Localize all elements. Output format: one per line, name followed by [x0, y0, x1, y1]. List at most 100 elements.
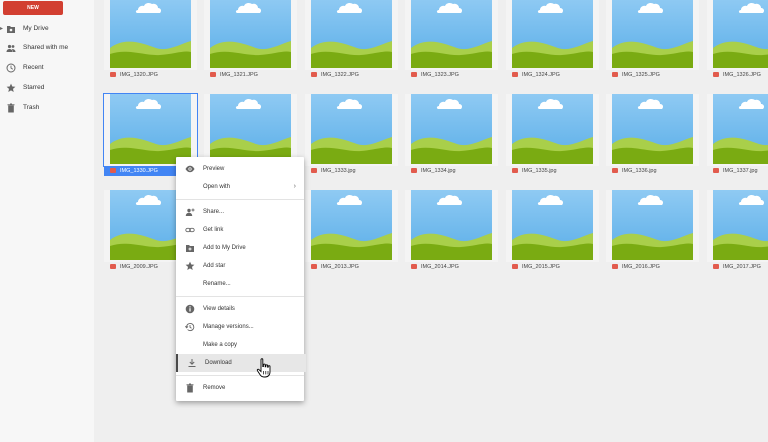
clock-icon — [6, 63, 16, 73]
menu-item-label: Rename... — [203, 281, 231, 287]
file-caption: IMG_1323.JPG — [405, 71, 498, 80]
file-name: IMG_1324.JPG — [522, 72, 560, 78]
image-thumbnail — [612, 0, 693, 68]
file-thumbnail[interactable] — [204, 94, 297, 166]
file-tile[interactable]: IMG_1335.jpg — [506, 94, 599, 176]
menu-item-share[interactable]: Share... — [176, 203, 304, 221]
file-thumbnail[interactable] — [405, 94, 498, 166]
image-thumbnail — [512, 190, 593, 260]
sidebar-item-label: Recent — [23, 64, 44, 71]
menu-item-remove[interactable]: Remove — [176, 379, 304, 397]
file-caption: IMG_1324.JPG — [506, 71, 599, 80]
image-thumbnail — [110, 0, 191, 68]
menu-item-add-star[interactable]: Add star — [176, 257, 304, 275]
menu-item-rename[interactable]: Rename... — [176, 275, 304, 293]
menu-item-view-details[interactable]: View details — [176, 300, 304, 318]
file-thumbnail[interactable] — [707, 94, 768, 166]
menu-item-label: Add star — [203, 263, 226, 269]
file-tile[interactable]: IMG_1334.jpg — [405, 94, 498, 176]
people-icon — [6, 43, 16, 53]
file-thumbnail[interactable] — [506, 0, 599, 70]
menu-item-add-to-my-drive[interactable]: Add to My Drive — [176, 239, 304, 257]
info-icon — [185, 304, 195, 314]
file-tile[interactable]: IMG_1322.JPG — [305, 0, 398, 80]
new-button[interactable]: NEW — [3, 1, 63, 15]
sidebar-item-label: Shared with me — [23, 44, 69, 51]
file-tile[interactable]: IMG_1324.JPG — [506, 0, 599, 80]
file-thumbnail[interactable] — [305, 190, 398, 262]
sidebar-item-shared-with-me[interactable]: Shared with me — [0, 40, 94, 56]
expand-caret-icon[interactable]: ▸ — [0, 26, 3, 32]
file-tile[interactable]: IMG_1320.JPG — [104, 0, 197, 80]
menu-item-label: Manage versions... — [203, 324, 254, 330]
file-caption: IMG_1334.jpg — [405, 167, 498, 176]
file-thumbnail[interactable] — [506, 190, 599, 262]
file-thumbnail[interactable] — [707, 190, 768, 262]
file-thumbnail[interactable] — [103, 93, 198, 167]
menu-item-label: Add to My Drive — [203, 245, 246, 251]
file-thumbnail[interactable] — [104, 0, 197, 70]
menu-item-preview[interactable]: Preview — [176, 160, 304, 178]
file-tile[interactable]: IMG_1333.jpg — [305, 94, 398, 176]
image-thumbnail — [110, 94, 191, 164]
file-thumbnail[interactable] — [405, 0, 498, 70]
file-tile[interactable]: IMG_2017.JPG — [707, 190, 768, 272]
sidebar-item-my-drive[interactable]: ▸ My Drive — [0, 21, 94, 37]
menu-item-label: Get link — [203, 227, 224, 233]
menu-divider — [176, 296, 304, 297]
file-name: IMG_1330.JPG — [120, 168, 158, 174]
file-name: IMG_2014.JPG — [421, 264, 459, 270]
file-thumbnail[interactable] — [506, 94, 599, 166]
file-thumbnail[interactable] — [606, 190, 699, 262]
file-name: IMG_1326.JPG — [723, 72, 761, 78]
file-caption: IMG_1335.jpg — [506, 167, 599, 176]
trash-icon — [185, 383, 195, 393]
sidebar-item-starred[interactable]: Starred — [0, 80, 94, 96]
menu-divider — [176, 375, 304, 376]
file-tile[interactable]: IMG_1321.JPG — [204, 0, 297, 80]
file-thumbnail[interactable] — [606, 94, 699, 166]
file-caption: IMG_2016.JPG — [606, 263, 699, 272]
file-name: IMG_2017.JPG — [723, 264, 761, 270]
file-tile[interactable]: IMG_2013.JPG — [305, 190, 398, 272]
image-thumbnail — [210, 0, 291, 68]
file-tile[interactable]: IMG_1337.jpg — [707, 94, 768, 176]
trash-icon — [6, 103, 16, 113]
menu-item-download[interactable]: Download — [176, 354, 306, 372]
image-thumbnail — [311, 0, 392, 68]
file-tile[interactable]: IMG_1323.JPG — [405, 0, 498, 80]
file-thumbnail[interactable] — [305, 94, 398, 166]
file-tile[interactable]: IMG_1336.jpg — [606, 94, 699, 176]
menu-item-get-link[interactable]: Get link — [176, 221, 304, 239]
image-thumbnail — [512, 0, 593, 68]
menu-divider — [176, 199, 304, 200]
image-file-icon — [612, 71, 618, 77]
menu-item-make-a-copy[interactable]: Make a copy — [176, 336, 304, 354]
menu-item-manage-versions[interactable]: Manage versions... — [176, 318, 304, 336]
file-thumbnail[interactable] — [204, 0, 297, 70]
chevron-right-icon: › — [293, 183, 296, 190]
file-thumbnail[interactable] — [707, 0, 768, 70]
sidebar-item-recent[interactable]: Recent — [0, 60, 94, 76]
image-file-icon — [713, 167, 719, 173]
file-tile[interactable]: IMG_2014.JPG — [405, 190, 498, 272]
sidebar-item-label: Trash — [23, 104, 40, 111]
image-thumbnail — [210, 94, 291, 164]
file-tile[interactable]: IMG_1326.JPG — [707, 0, 768, 80]
menu-item-label: View details — [203, 306, 235, 312]
image-file-icon — [411, 167, 417, 173]
menu-item-label: Open with — [203, 184, 231, 190]
menu-item-label: Remove — [203, 385, 226, 391]
file-thumbnail[interactable] — [606, 0, 699, 70]
file-tile[interactable]: IMG_1325.JPG — [606, 0, 699, 80]
file-tile[interactable]: IMG_2016.JPG — [606, 190, 699, 272]
file-tile[interactable]: IMG_2015.JPG — [506, 190, 599, 272]
context-menu: Preview Open with › Share... Get link Ad… — [176, 157, 306, 401]
sidebar-item-trash[interactable]: Trash — [0, 100, 94, 116]
file-thumbnail[interactable] — [405, 190, 498, 262]
file-name: IMG_1320.JPG — [120, 72, 158, 78]
file-thumbnail[interactable] — [305, 0, 398, 70]
image-thumbnail — [612, 190, 693, 260]
menu-item-open-with[interactable]: Open with › — [176, 178, 304, 196]
file-name: IMG_2015.JPG — [522, 264, 560, 270]
